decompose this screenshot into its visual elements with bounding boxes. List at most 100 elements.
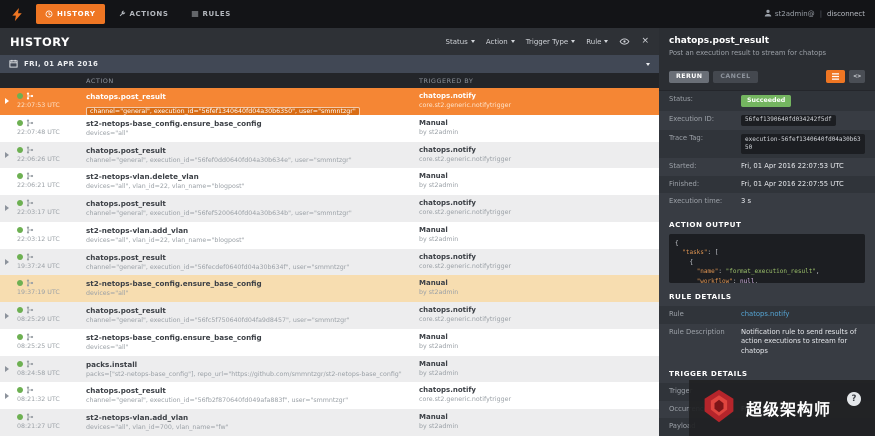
cancel-button[interactable]: CANCEL: [713, 71, 757, 83]
execution-row[interactable]: 08:25:25 UTC st2-netops-base_config.ensu…: [0, 329, 659, 356]
status-succeeded-icon: [17, 414, 23, 420]
execution-detail-panel: chatops.post_result Post an execution re…: [659, 28, 875, 436]
triggered-by-detail: by st2admin: [419, 423, 653, 430]
eye-icon[interactable]: [619, 38, 630, 45]
row-meta: 22:07:48 UTC: [0, 115, 86, 142]
expand-chevron-icon[interactable]: [5, 366, 9, 372]
execution-row[interactable]: 22:06:26 UTC chatops.post_result channel…: [0, 142, 659, 169]
filter-action[interactable]: Action: [486, 38, 515, 46]
execution-fields: Status: Succeeded Execution ID: 56fef139…: [659, 91, 875, 211]
execution-timestamp: 22:07:53 UTC: [17, 102, 84, 109]
expand-chevron-icon[interactable]: [5, 152, 9, 158]
action-params: packs=["st2-netops-base_config"], repo_u…: [86, 371, 411, 378]
rerun-button[interactable]: RERUN: [669, 71, 709, 83]
action-params: devices="all": [86, 344, 411, 351]
triggered-by-detail: core.st2.generic.notifytrigger: [419, 263, 653, 270]
action-name: st2-netops-vlan.add_vlan: [86, 226, 411, 235]
filter-rule[interactable]: Rule: [586, 38, 608, 46]
row-meta: 22:06:21 UTC: [0, 168, 86, 195]
row-action: chatops.post_result channel="general", e…: [86, 88, 419, 115]
expand-chevron-icon[interactable]: [5, 205, 9, 211]
code-view-button[interactable]: <>: [849, 70, 865, 83]
row-meta: 22:06:26 UTC: [0, 142, 86, 169]
row-action: st2-netops-vlan.add_vlan devices="all", …: [86, 409, 419, 436]
execution-row[interactable]: 22:06:21 UTC st2-netops-vlan.delete_vlan…: [0, 168, 659, 195]
field-status: Status: Succeeded: [659, 91, 875, 111]
action-params: channel="general", execution_id="56fecde…: [86, 264, 411, 271]
execution-row[interactable]: 22:07:48 UTC st2-netops-base_config.ensu…: [0, 115, 659, 142]
watermark: 超级架构师: [689, 380, 875, 436]
tab-rules[interactable]: RULES: [182, 4, 240, 24]
stackstorm-logo-icon[interactable]: [0, 0, 34, 28]
clear-filters-icon[interactable]: ×: [641, 37, 649, 46]
execution-timestamp: 19:37:24 UTC: [17, 263, 84, 270]
status-succeeded-icon: [17, 173, 23, 179]
action-name: chatops.post_result: [86, 386, 411, 395]
triggered-by: chatops.notify: [419, 92, 653, 100]
execution-timestamp: 22:07:48 UTC: [17, 129, 84, 136]
row-meta: 08:25:29 UTC: [0, 302, 86, 329]
filter-trigger-type[interactable]: Trigger Type: [526, 38, 575, 46]
action-params: devices="all", vlan_id=22, vlan_name="bl…: [86, 237, 411, 244]
user-menu[interactable]: st2admin@: [764, 9, 815, 19]
triggered-by: Manual: [419, 333, 653, 341]
execution-timestamp: 08:25:29 UTC: [17, 316, 84, 323]
execution-row[interactable]: 08:25:29 UTC chatops.post_result channel…: [0, 302, 659, 329]
date-group-header[interactable]: FRI, 01 APR 2016: [0, 55, 659, 73]
navbar-right: st2admin@ | disconnect: [764, 9, 875, 19]
execution-row[interactable]: 08:24:58 UTC packs.install packs=["st2-n…: [0, 356, 659, 383]
status-succeeded-icon: [17, 227, 23, 233]
row-meta: 08:21:32 UTC: [0, 382, 86, 409]
detail-header: chatops.post_result Post an execution re…: [659, 28, 875, 65]
tab-actions[interactable]: ACTIONS: [109, 4, 178, 24]
row-action: st2-netops-base_config.ensure_base_confi…: [86, 329, 419, 356]
workflow-branch-icon: [26, 92, 34, 100]
status-badge: Succeeded: [741, 95, 791, 107]
triggered-by-detail: core.st2.generic.notifytrigger: [419, 316, 653, 323]
expand-chevron-icon[interactable]: [5, 259, 9, 265]
history-panel: HISTORY Status Action Trigger Type Rule …: [0, 28, 659, 436]
execution-row[interactable]: 19:37:24 UTC chatops.post_result channel…: [0, 249, 659, 276]
action-name: st2-netops-vlan.add_vlan: [86, 413, 411, 422]
collapse-chevron-icon[interactable]: [646, 63, 650, 66]
row-action: chatops.post_result channel="general", e…: [86, 195, 419, 222]
filter-status[interactable]: Status: [446, 38, 475, 46]
rule-link[interactable]: chatops.notify: [741, 310, 789, 320]
row-meta: 08:25:25 UTC: [0, 329, 86, 356]
help-button[interactable]: ?: [847, 392, 861, 406]
trace-tag-badge: execution-56fef1340640fd04a30b6350: [741, 134, 865, 154]
execution-timestamp: 08:21:32 UTC: [17, 396, 84, 403]
execution-timestamp: 08:24:58 UTC: [17, 370, 84, 377]
field-rule: Rule chatops.notify: [659, 306, 875, 324]
disconnect-link[interactable]: disconnect: [827, 10, 865, 18]
execution-row[interactable]: 19:37:19 UTC st2-netops-base_config.ensu…: [0, 275, 659, 302]
execution-row[interactable]: 08:21:27 UTC st2-netops-vlan.add_vlan de…: [0, 409, 659, 436]
execution-timestamp: 22:03:17 UTC: [17, 209, 84, 216]
expand-chevron-icon[interactable]: [5, 313, 9, 319]
execution-row[interactable]: 08:21:32 UTC chatops.post_result channel…: [0, 382, 659, 409]
execution-timestamp: 08:25:25 UTC: [17, 343, 84, 350]
tab-history[interactable]: HISTORY: [36, 4, 105, 24]
list-view-button[interactable]: [826, 70, 845, 83]
row-triggered-by: Manual by st2admin: [419, 222, 659, 249]
column-action: ACTION: [86, 77, 419, 85]
field-rule-description: Rule Description Notification rule to se…: [659, 324, 875, 361]
action-name: st2-netops-vlan.delete_vlan: [86, 172, 411, 181]
row-triggered-by: Manual by st2admin: [419, 356, 659, 383]
row-triggered-by: chatops.notify core.st2.generic.notifytr…: [419, 142, 659, 169]
expand-chevron-icon[interactable]: [5, 98, 9, 104]
field-execution-id: Execution ID: 56fef1390640fd034242f5df: [659, 111, 875, 130]
execution-timestamp: 19:37:19 UTC: [17, 289, 84, 296]
user-name: st2admin@: [775, 10, 815, 18]
action-params: devices="all": [86, 290, 411, 297]
execution-row[interactable]: 22:03:17 UTC chatops.post_result channel…: [0, 195, 659, 222]
detail-title: chatops.post_result: [669, 36, 865, 46]
row-meta: 19:37:24 UTC: [0, 249, 86, 276]
main-nav: HISTORY ACTIONS RULES: [34, 0, 242, 28]
calendar-icon: [9, 59, 18, 70]
execution-row[interactable]: 22:07:53 UTC chatops.post_result channel…: [0, 88, 659, 115]
execution-timestamp: 22:06:21 UTC: [17, 182, 84, 189]
expand-chevron-icon[interactable]: [5, 393, 9, 399]
triggered-by-detail: core.st2.generic.notifytrigger: [419, 156, 653, 163]
execution-row[interactable]: 22:03:12 UTC st2-netops-vlan.add_vlan de…: [0, 222, 659, 249]
